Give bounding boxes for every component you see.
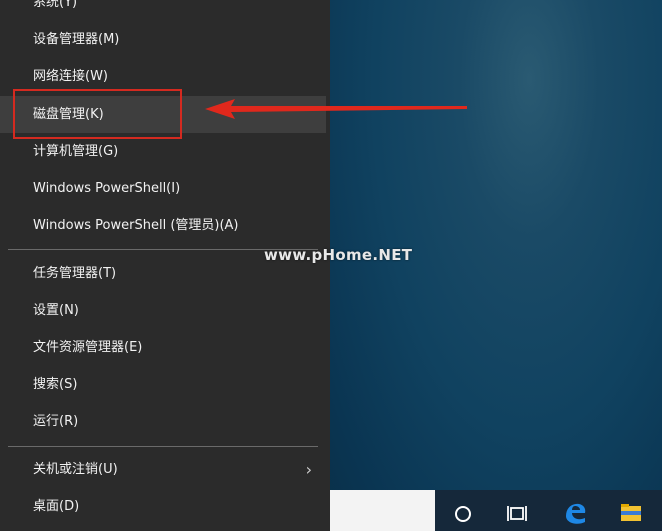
taskbar xyxy=(435,490,662,531)
screen: 系统(Y) 设备管理器(M) 网络连接(W) 磁盘管理(K) 计算机管理(G) … xyxy=(0,0,662,531)
menu-item-powershell[interactable]: Windows PowerShell(I) xyxy=(0,170,326,207)
menu-item-file-explorer[interactable]: 文件资源管理器(E) xyxy=(0,329,326,366)
menu-item-desktop[interactable]: 桌面(D) xyxy=(0,488,326,525)
menu-item-label: 桌面(D) xyxy=(33,499,80,514)
menu-item-label: 任务管理器(T) xyxy=(33,266,117,281)
menu-item-label: 网络连接(W) xyxy=(33,69,108,84)
menu-item-label: 运行(R) xyxy=(33,414,79,429)
menu-item-powershell-admin[interactable]: Windows PowerShell (管理员)(A) xyxy=(0,207,326,244)
menu-item-label: Windows PowerShell (管理员)(A) xyxy=(33,218,239,233)
menu-item-shutdown-signout[interactable]: 关机或注销(U) › xyxy=(0,451,326,488)
menu-item-label: 设备管理器(M) xyxy=(33,32,120,47)
highlight-box xyxy=(13,89,182,139)
chevron-right-icon: › xyxy=(305,460,312,479)
menu-item-label: 搜索(S) xyxy=(33,377,78,392)
menu-item-run[interactable]: 运行(R) xyxy=(0,403,326,440)
menu-item-label: 设置(N) xyxy=(33,303,79,318)
file-explorer-icon[interactable] xyxy=(611,490,651,531)
cortana-circle-icon[interactable] xyxy=(443,490,483,531)
menu-item-label: 文件资源管理器(E) xyxy=(33,340,143,355)
menu-item-system[interactable]: 系统(Y) xyxy=(0,0,326,21)
menu-separator xyxy=(8,446,318,447)
menu-item-label: Windows PowerShell(I) xyxy=(33,181,181,196)
menu-item-label: 系统(Y) xyxy=(33,0,78,10)
menu-item-search[interactable]: 搜索(S) xyxy=(0,366,326,403)
red-arrow-icon xyxy=(205,99,467,119)
menu-item-label: 计算机管理(G) xyxy=(33,144,119,159)
taskbar-search-box[interactable] xyxy=(330,490,435,531)
edge-icon[interactable] xyxy=(555,490,595,531)
watermark-text: www.pHome.NET xyxy=(264,246,413,264)
menu-item-settings[interactable]: 设置(N) xyxy=(0,292,326,329)
menu-item-label: 关机或注销(U) xyxy=(33,462,118,477)
winx-context-menu: 系统(Y) 设备管理器(M) 网络连接(W) 磁盘管理(K) 计算机管理(G) … xyxy=(0,0,330,531)
task-view-icon[interactable] xyxy=(497,490,537,531)
menu-item-device-manager[interactable]: 设备管理器(M) xyxy=(0,21,326,58)
desktop-background xyxy=(330,0,662,531)
